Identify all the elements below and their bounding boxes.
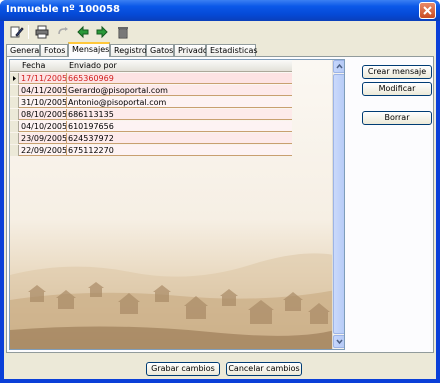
- grid-header: Fecha Enviado por: [10, 60, 292, 72]
- cell-divider: [66, 121, 67, 132]
- cell-enviado: 675112270: [68, 146, 114, 155]
- cell-enviado: 610197656: [68, 122, 114, 131]
- background-photo: Fecha Enviado por 17/11/2005 665360969 0: [9, 59, 345, 350]
- close-icon: [423, 6, 432, 15]
- cell-divider: [66, 97, 67, 108]
- back-arrow-icon: [77, 25, 89, 39]
- cell-divider: [66, 133, 67, 144]
- tab-mensajes[interactable]: Mensajes: [68, 42, 110, 57]
- delete-button[interactable]: [114, 23, 132, 41]
- row-indicator: [10, 85, 19, 96]
- table-row[interactable]: 23/09/2005 624537972: [10, 133, 292, 144]
- crear-mensaje-button[interactable]: Crear mensaje: [362, 65, 432, 79]
- table-row[interactable]: 08/10/2005 686113135: [10, 109, 292, 120]
- cell-enviado: Gerardo@pisoportal.com: [68, 86, 168, 95]
- cell-enviado: Antonio@pisoportal.com: [68, 98, 167, 107]
- toolbar-separator: [28, 25, 29, 39]
- table-row[interactable]: 17/11/2005 665360969: [10, 73, 292, 84]
- row-indicator: [10, 109, 19, 120]
- cell-divider: [66, 85, 67, 96]
- edit-icon: [10, 26, 24, 38]
- cell-fecha: 04/11/2005: [21, 86, 68, 95]
- cell-fecha: 22/09/2005: [21, 146, 68, 155]
- print-icon: [35, 25, 49, 39]
- redo-button[interactable]: [54, 23, 72, 41]
- cell-divider: [66, 145, 67, 156]
- mensajes-panel: Fecha Enviado por 17/11/2005 665360969 0: [6, 56, 434, 353]
- back-button[interactable]: [74, 23, 92, 41]
- scroll-down-button[interactable]: [333, 335, 344, 348]
- table-row[interactable]: 04/10/2005 610197656: [10, 121, 292, 132]
- forward-arrow-icon: [96, 25, 108, 39]
- column-header-fecha[interactable]: Fecha: [22, 61, 45, 70]
- row-indicator: [10, 145, 19, 156]
- row-indicator: [10, 133, 19, 144]
- row-indicator: [10, 73, 19, 84]
- current-row-arrow-icon: [13, 76, 16, 81]
- scroll-thumb[interactable]: [333, 74, 344, 334]
- title-bar: Inmueble nº 100058: [0, 0, 440, 21]
- table-row[interactable]: 04/11/2005 Gerardo@pisoportal.com: [10, 85, 292, 96]
- chevron-up-icon: [336, 63, 343, 69]
- borrar-button[interactable]: Borrar: [362, 111, 432, 125]
- table-row[interactable]: 31/10/2005 Antonio@pisoportal.com: [10, 97, 292, 108]
- tab-strip: General Fotos Mensajes Registro Gatos Pr…: [4, 42, 436, 57]
- cell-divider: [66, 109, 67, 120]
- cell-fecha: 23/09/2005: [21, 134, 68, 143]
- table-row[interactable]: 22/09/2005 675112270: [10, 145, 292, 156]
- cell-fecha: 31/10/2005: [21, 98, 68, 107]
- cell-enviado: 686113135: [68, 110, 114, 119]
- chevron-down-icon: [336, 339, 343, 345]
- redo-icon: [58, 27, 68, 35]
- cell-enviado: 624537972: [68, 134, 114, 143]
- scroll-up-button[interactable]: [333, 60, 344, 73]
- cancelar-cambios-button[interactable]: Cancelar cambios: [226, 362, 302, 376]
- window-client: General Fotos Mensajes Registro Gatos Pr…: [4, 21, 436, 379]
- forward-button[interactable]: [93, 23, 111, 41]
- cell-fecha: 17/11/2005: [21, 74, 68, 83]
- grabar-cambios-button[interactable]: Grabar cambios: [146, 362, 220, 376]
- row-indicator: [10, 121, 19, 132]
- edit-button[interactable]: [8, 23, 26, 41]
- cell-enviado: 665360969: [68, 74, 114, 83]
- toolbar: [6, 23, 432, 41]
- window-title: Inmueble nº 100058: [6, 4, 120, 15]
- cell-fecha: 04/10/2005: [21, 122, 68, 131]
- cell-fecha: 08/10/2005: [21, 110, 68, 119]
- app-window: Inmueble nº 100058 General Fotos Mensaje…: [0, 0, 440, 383]
- trash-icon: [118, 27, 128, 39]
- column-header-enviado[interactable]: Enviado por: [69, 61, 117, 70]
- vertical-scrollbar[interactable]: [332, 60, 344, 349]
- row-indicator: [10, 97, 19, 108]
- cell-divider: [66, 73, 67, 84]
- modificar-button[interactable]: Modificar: [362, 82, 432, 96]
- print-button[interactable]: [33, 23, 51, 41]
- close-button[interactable]: [419, 2, 436, 19]
